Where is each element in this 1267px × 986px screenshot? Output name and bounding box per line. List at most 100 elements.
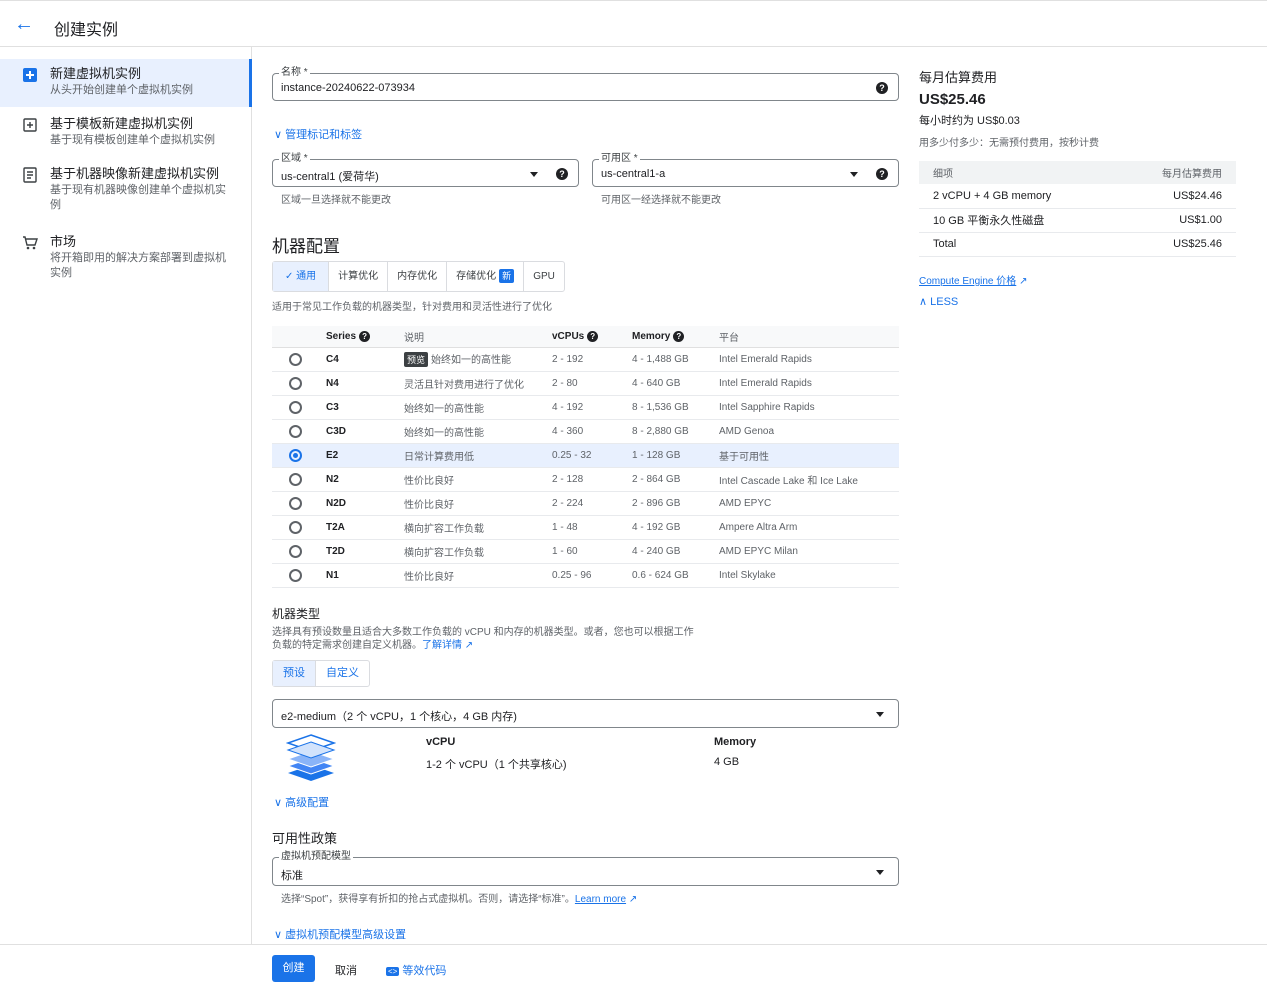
table-row[interactable]: N2 性价比良好 2 - 128 2 - 864 GB Intel Cascade La… [272, 467, 899, 492]
manage-tags-toggle[interactable]: ∨ 管理标记和标签 [274, 126, 362, 142]
series-desc: 性价比良好 [404, 491, 552, 516]
tab-custom[interactable]: 自定义 [316, 661, 369, 686]
tab-memory-optimized[interactable]: 内存优化 [388, 262, 448, 291]
region-value: us-central1 (爱荷华) [281, 171, 379, 183]
sidebar-item-desc: 从头开始创建单个虚拟机实例 [50, 84, 193, 96]
name-value: instance-20240622-073934 [281, 82, 415, 94]
back-arrow-icon[interactable]: ← [14, 13, 36, 35]
advanced-config-toggle[interactable]: ∨ 高级配置 [274, 794, 329, 810]
dropdown-arrow-icon [530, 172, 538, 177]
series-desc: 性价比良好 [404, 467, 552, 492]
series-platform: Intel Emerald Rapids [719, 371, 899, 396]
machine-image-icon [23, 167, 37, 183]
cost-item: Total [919, 232, 1110, 257]
help-icon[interactable]: ? [556, 168, 568, 180]
series-desc: 性价比良好 [404, 563, 552, 588]
sidebar-item-marketplace[interactable]: 市场 将开箱即用的解决方案部署到虚拟机实例 [0, 231, 252, 287]
series-radio[interactable] [289, 472, 302, 486]
help-icon: ? [587, 330, 599, 342]
series-desc: 始终如一的高性能 [404, 395, 552, 420]
sidebar-item-from-template[interactable]: 基于模板新建虚拟机实例 基于现有模板创建单个虚拟机实例 [0, 113, 252, 153]
provisioning-advanced-toggle[interactable]: ∨ 虚拟机预配模型高级设置 [274, 926, 406, 942]
name-label: 名称 * [279, 67, 310, 79]
series-platform: 基于可用性 [719, 443, 899, 468]
table-row: 10 GB 平衡永久性磁盘 US$1.00 [919, 208, 1236, 233]
series-vcpus: 1 - 60 [552, 539, 632, 564]
cancel-button[interactable]: 取消 [335, 962, 357, 978]
availability-title: 可用性政策 [272, 831, 338, 846]
series-memory: 1 - 128 GB [632, 443, 719, 468]
machine-stack-icon [286, 734, 336, 781]
equivalent-code-button[interactable]: <> 等效代码 [386, 962, 446, 978]
series-radio[interactable] [289, 496, 302, 510]
table-row[interactable]: C4 预览 始终如一的高性能 2 - 192 4 - 1,488 GB Intel Eme… [272, 347, 899, 372]
create-button[interactable]: 创建 [272, 955, 315, 982]
table-header-row: Series? 说明 vCPUs? Memory? 平台 [272, 326, 899, 348]
sidebar-item-new-vm[interactable]: 新建虚拟机实例 从头开始创建单个虚拟机实例 [0, 59, 252, 107]
provisioning-model-value: 标准 [281, 870, 303, 882]
table-row[interactable]: N4 灵活且针对费用进行了优化 2 - 80 4 - 640 GB Intel Emer… [272, 371, 899, 396]
series-radio[interactable] [289, 568, 302, 582]
table-row[interactable]: C3D 始终如一的高性能 4 - 360 8 - 2,880 GB AMD Genoa [272, 419, 899, 444]
series-desc: 横向扩容工作负载 [404, 515, 552, 540]
series-vcpus: 4 - 192 [552, 395, 632, 420]
learn-more-link[interactable]: 了解详情 [422, 640, 462, 651]
tab-compute-optimized[interactable]: 计算优化 [329, 262, 389, 291]
less-toggle[interactable]: ∧ LESS [919, 295, 958, 308]
series-name: C3 [326, 395, 404, 420]
name-field[interactable]: 名称 * instance-20240622-073934 ? [272, 67, 899, 101]
series-memory: 8 - 2,880 GB [632, 419, 719, 444]
series-radio[interactable] [289, 448, 302, 462]
series-radio[interactable] [289, 544, 302, 558]
table-row[interactable]: T2D 横向扩容工作负载 1 - 60 4 - 240 GB AMD EPYC Mila… [272, 539, 899, 564]
tab-general[interactable]: ✓ 通用 [273, 262, 330, 291]
series-radio[interactable] [289, 400, 302, 414]
learn-more-link[interactable]: Learn more [575, 894, 626, 905]
cost-item: 10 GB 平衡永久性磁盘 [919, 208, 1110, 233]
preview-tag: 预览 [404, 352, 429, 367]
series-radio[interactable] [289, 352, 302, 366]
series-memory: 4 - 1,488 GB [632, 347, 719, 372]
series-vcpus: 2 - 128 [552, 467, 632, 492]
table-row[interactable]: E2 日常计算费用低 0.25 - 32 1 - 128 GB 基于可用性 [272, 443, 899, 468]
pricing-link[interactable]: Compute Engine 价格 ↗ [919, 272, 1027, 287]
sidebar-item-label: 新建虚拟机实例 [50, 66, 142, 81]
cost-value: US$24.46 [1109, 184, 1236, 209]
table-row[interactable]: N1 性价比良好 0.25 - 96 0.6 - 624 GB Intel Skylak… [272, 563, 899, 588]
zone-select[interactable]: 可用区 * us-central1-a ? [592, 153, 899, 187]
tab-storage-optimized[interactable]: 存储优化新 [447, 262, 525, 291]
help-icon[interactable]: ? [876, 82, 888, 94]
series-memory: 4 - 640 GB [632, 371, 719, 396]
col-memory: Memory? [632, 326, 719, 348]
machine-type-select[interactable]: e2-medium（2 个 vCPU，1 个核心，4 GB 内存) [272, 699, 899, 728]
series-vcpus: 0.25 - 96 [552, 563, 632, 588]
series-radio[interactable] [289, 520, 302, 534]
machine-type-mode: 预设 自定义 [272, 660, 370, 687]
machine-family-tabs: ✓ 通用 计算优化 内存优化 存储优化新 GPU [272, 261, 565, 292]
region-select[interactable]: 区域 * us-central1 (爱荷华) ? [272, 153, 579, 187]
availability-hint: 选择“Spot”，获得享有折扣的抢占式虚拟机。否则，请选择“标准”。Learn … [281, 894, 638, 905]
series-name: N1 [326, 563, 404, 588]
series-desc: 预览 始终如一的高性能 [404, 347, 552, 372]
table-row[interactable]: C3 始终如一的高性能 4 - 192 8 - 1,536 GB Intel Sapph… [272, 395, 899, 420]
external-link-icon: ↗ [1019, 276, 1028, 287]
series-desc: 始终如一的高性能 [404, 419, 552, 444]
sidebar-item-from-image[interactable]: 基于机器映像新建虚拟机实例 基于现有机器映像创建单个虚拟机实例 [0, 163, 252, 219]
tab-preset[interactable]: 预设 [273, 661, 316, 686]
series-name: T2D [326, 539, 404, 564]
region-label: 区域 * [279, 153, 310, 165]
series-name: N4 [326, 371, 404, 396]
dropdown-arrow-icon [876, 712, 884, 717]
dropdown-arrow-icon [850, 172, 858, 177]
template-icon [23, 118, 37, 132]
cost-breakdown-table: 细项 每月估算费用 2 vCPU + 4 GB memory US$24.46 1… [919, 161, 1236, 257]
provisioning-model-select[interactable]: 虚拟机预配模型 标准 [272, 851, 899, 886]
page-title: 创建实例 [54, 22, 119, 39]
tab-gpu[interactable]: GPU [524, 262, 564, 291]
table-row[interactable]: T2A 横向扩容工作负载 1 - 48 4 - 192 GB Ampere Altra … [272, 515, 899, 540]
series-radio[interactable] [289, 376, 302, 390]
col-platform: 平台 [719, 326, 899, 348]
table-row[interactable]: N2D 性价比良好 2 - 224 2 - 896 GB AMD EPYC [272, 491, 899, 516]
help-icon[interactable]: ? [876, 168, 888, 180]
series-radio[interactable] [289, 424, 302, 438]
